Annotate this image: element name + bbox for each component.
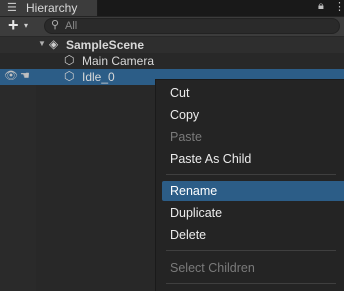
chevron-down-icon[interactable]: ▾ xyxy=(24,21,28,30)
menu-item-cut[interactable]: Cut xyxy=(162,83,344,103)
menu-item-duplicate[interactable]: Duplicate xyxy=(162,203,344,223)
tree-item-main-camera[interactable]: ⬡ Main Camera xyxy=(0,53,344,69)
foldout-arrow-icon[interactable]: ▼ xyxy=(38,39,46,48)
menu-item-copy[interactable]: Copy xyxy=(162,105,344,125)
tree-item-label: Main Camera xyxy=(82,54,155,68)
tab-hierarchy[interactable]: ☰ Hierarchy xyxy=(0,0,98,16)
gameobject-cube-icon: ⬡ xyxy=(64,69,75,83)
context-menu: Cut Copy Paste Paste As Child Rename Dup… xyxy=(155,79,344,291)
menu-item-paste-as-child[interactable]: Paste As Child xyxy=(162,149,344,169)
tree-item-label: Idle_0 xyxy=(82,70,115,84)
search-placeholder: All xyxy=(65,20,78,32)
menu-item-select-children: Select Children xyxy=(170,261,255,275)
kebab-menu-icon[interactable]: ⋮ xyxy=(334,0,344,13)
menu-separator xyxy=(166,174,336,175)
menu-item-delete[interactable]: Delete xyxy=(162,225,344,245)
visibility-gutter xyxy=(0,85,36,291)
scene-row[interactable]: ▼ ◈ SampleScene xyxy=(0,37,344,53)
add-button[interactable]: + xyxy=(8,15,19,35)
pickable-hand-icon[interactable]: ☚ xyxy=(20,69,30,82)
unity-logo-icon: ◈ xyxy=(49,37,59,51)
search-icon: ⚲ xyxy=(51,19,60,31)
gameobject-cube-icon: ⬡ xyxy=(64,53,75,67)
search-field[interactable]: ⚲ All xyxy=(44,18,340,34)
menu-item-rename[interactable]: Rename xyxy=(162,181,344,201)
list-icon: ☰ xyxy=(7,2,17,14)
scene-label: SampleScene xyxy=(66,38,145,52)
visibility-eye-icon[interactable]: 👁︎ xyxy=(4,69,18,82)
menu-separator xyxy=(166,283,336,284)
menu-item-paste: Paste xyxy=(170,130,202,144)
lock-icon[interactable]: 🔒︎ xyxy=(318,0,324,13)
menu-separator xyxy=(166,250,336,251)
tab-label: Hierarchy xyxy=(26,1,78,15)
